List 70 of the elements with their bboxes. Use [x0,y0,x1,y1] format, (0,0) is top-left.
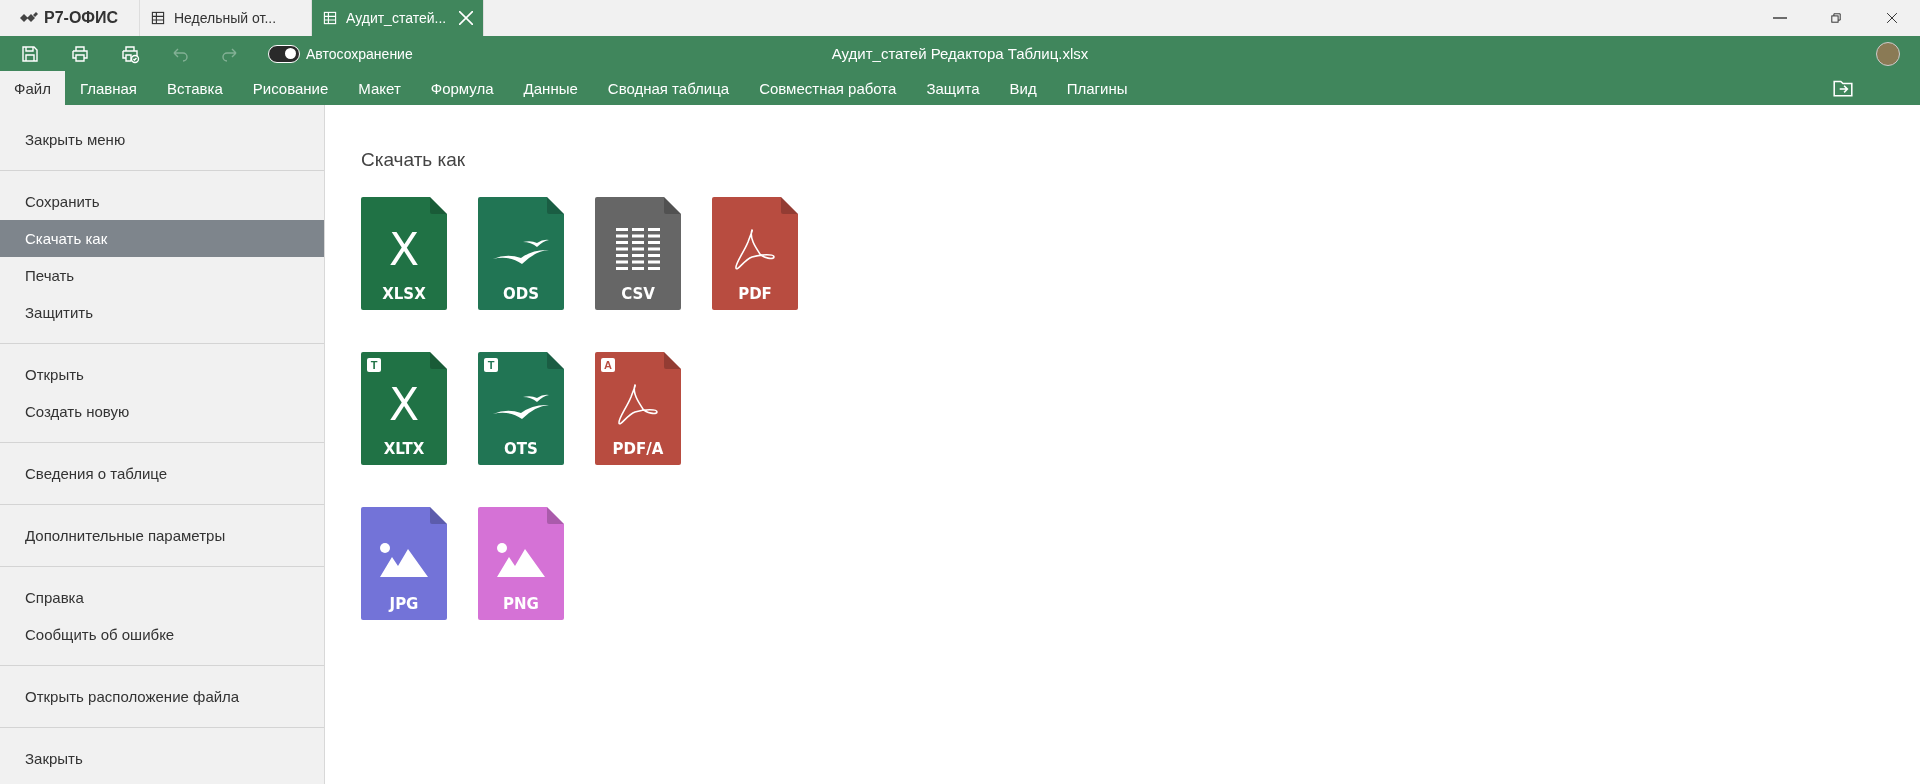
page-fold [430,352,447,369]
menu-item[interactable]: Скачать как [0,220,324,257]
ribbon-tab[interactable]: Сводная таблица [592,71,745,105]
download-format-button[interactable]: X XLSX [361,197,447,310]
menu-item[interactable]: Сохранить [0,183,324,220]
download-format-button[interactable]: ODS [478,197,564,310]
page-fold [547,507,564,524]
menu-item[interactable]: Защитить [0,294,324,331]
format-badge: T [367,358,381,372]
menu-item[interactable]: Печать [0,257,324,294]
download-format-button[interactable]: T OTS [478,352,564,465]
page-fold [430,197,447,214]
brand-logo-icon [20,12,38,24]
document-tab[interactable]: Аудит_статей... [312,0,484,36]
autosave-label: Автосохранение [306,45,413,62]
picture-icon [380,543,428,577]
ribbon-tab[interactable]: Формула [415,71,509,105]
ribbon-tab[interactable]: Файл [0,71,65,105]
close-icon [1885,11,1899,25]
page-fold [430,507,447,524]
print-icon [70,43,90,64]
menu-item[interactable]: Справка [0,579,324,616]
download-format-button[interactable]: PNG [478,507,564,620]
acrobat-icon [733,228,777,272]
menu-item[interactable]: Сведения о таблице [0,455,324,492]
ribbon-tab[interactable]: Макет [343,71,416,105]
spreadsheet-icon [322,10,338,26]
save-icon [20,43,40,64]
ribbon-tab[interactable]: Вид [994,71,1052,105]
user-avatar[interactable] [1876,42,1900,66]
download-format-button[interactable]: T X XLTX [361,352,447,465]
ribbon-tab[interactable]: Совместная работа [744,71,912,105]
menu-item[interactable]: Сообщить об ошибке [0,616,324,653]
download-format-button[interactable]: JPG [361,507,447,620]
page-fold [664,352,681,369]
page-fold [547,352,564,369]
restore-icon [1829,11,1843,25]
acrobat-icon [616,383,660,427]
format-badge: T [484,358,498,372]
menu-item[interactable]: Создать новую [0,393,324,430]
x-letter-glyph: X [388,228,420,272]
page-fold [547,197,564,214]
document-title: Аудит_статей Редактора Таблиц.xlsx [831,45,1089,62]
menu-item[interactable]: Закрыть меню [0,121,324,158]
menu-item[interactable]: Закрыть [0,740,324,777]
download-format-button[interactable]: CSV [595,197,681,310]
quick-print-icon [120,43,140,64]
menu-item[interactable]: Дополнительные параметры [0,517,324,554]
autosave-toggle[interactable] [268,44,300,63]
format-badge: A [601,358,615,372]
x-letter-glyph: X [388,383,420,427]
close-icon[interactable] [459,11,473,25]
ribbon-tab[interactable]: Защита [911,71,995,105]
menu-item[interactable]: Открыть [0,356,324,393]
ribbon-tab[interactable]: Рисование [237,71,344,105]
brand-name: Р7-ОФИС [44,9,119,27]
page-fold [664,197,681,214]
download-format-button[interactable]: A PDF/A [595,352,681,465]
ribbon-tab[interactable]: Вставка [152,71,238,105]
spreadsheet-icon [150,10,166,26]
download-format-button[interactable]: PDF [712,197,798,310]
menu-item[interactable]: Открыть расположение файла [0,678,324,715]
table-grid-icon [616,228,660,272]
panel-title: Скачать как [361,149,466,171]
page-fold [781,197,798,214]
ribbon-tab[interactable]: Данные [508,71,593,105]
picture-icon [497,543,545,577]
minimize-icon [1773,17,1787,19]
ribbon-tab[interactable]: Плагины [1051,71,1143,105]
ribbon-tab[interactable]: Главная [64,71,152,105]
